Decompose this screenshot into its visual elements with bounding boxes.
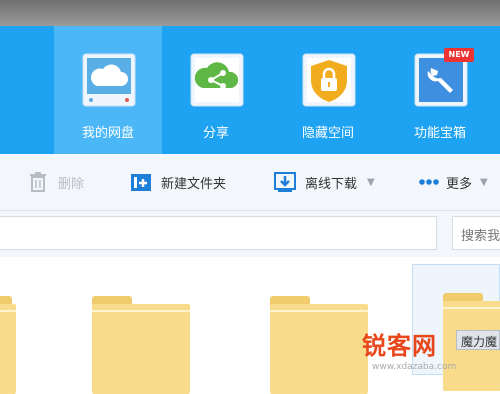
nav-item-my-disk[interactable]: 我的网盘: [54, 26, 162, 154]
search-placeholder: 搜索我: [461, 229, 500, 244]
folder-item[interactable]: [0, 296, 16, 394]
delete-label: 删除: [58, 176, 85, 192]
window-top-strip: [0, 0, 500, 26]
new-badge: NEW: [444, 48, 474, 62]
more-label: 更多: [446, 176, 473, 192]
more-button[interactable]: 更多 ▼: [418, 169, 488, 195]
share-icon: [189, 52, 245, 108]
address-bar: 搜索我: [0, 211, 500, 257]
more-dots-icon: [418, 171, 440, 193]
nav-item-share[interactable]: 分享: [162, 26, 270, 154]
watermark-url: www.xdazaba.com: [372, 362, 457, 372]
offline-download-button[interactable]: 离线下载 ▼: [274, 169, 375, 195]
watermark-logo: 锐客网: [362, 332, 437, 360]
search-input[interactable]: 搜索我: [452, 216, 500, 250]
trash-icon: [27, 171, 49, 193]
nav-label-my-disk: 我的网盘: [81, 126, 134, 141]
new-folder-label: 新建文件夹: [161, 176, 227, 192]
folder-item[interactable]: [270, 296, 368, 394]
nav-item-hidden-space[interactable]: 隐藏空间: [274, 26, 382, 154]
offline-download-label: 离线下载: [305, 176, 358, 192]
path-input[interactable]: [0, 216, 437, 250]
nav-label-hidden-space: 隐藏空间: [301, 126, 354, 141]
nav-label-share: 分享: [202, 126, 229, 141]
nav-item-toolbox[interactable]: NEW 功能宝箱: [386, 26, 494, 154]
lock-shield-icon: [301, 52, 357, 108]
rename-chip[interactable]: 魔力魔: [456, 330, 500, 350]
folder-item[interactable]: [92, 296, 190, 394]
new-folder-button[interactable]: 新建文件夹: [130, 169, 226, 195]
add-folder-icon: [130, 171, 152, 193]
toolbar: 删除 新建文件夹 离线下载 ▼ 更多 ▼: [0, 154, 500, 211]
delete-button[interactable]: 删除: [27, 169, 84, 195]
chevron-down-icon: ▼: [367, 176, 375, 188]
nav-label-toolbox: 功能宝箱: [413, 126, 466, 141]
chevron-down-icon: ▼: [480, 176, 488, 188]
cloud-disk-icon: [81, 52, 137, 108]
download-icon: [274, 171, 296, 193]
main-nav: 我的网盘 分享 隐藏空间 NEW 功能宝箱: [0, 26, 500, 154]
